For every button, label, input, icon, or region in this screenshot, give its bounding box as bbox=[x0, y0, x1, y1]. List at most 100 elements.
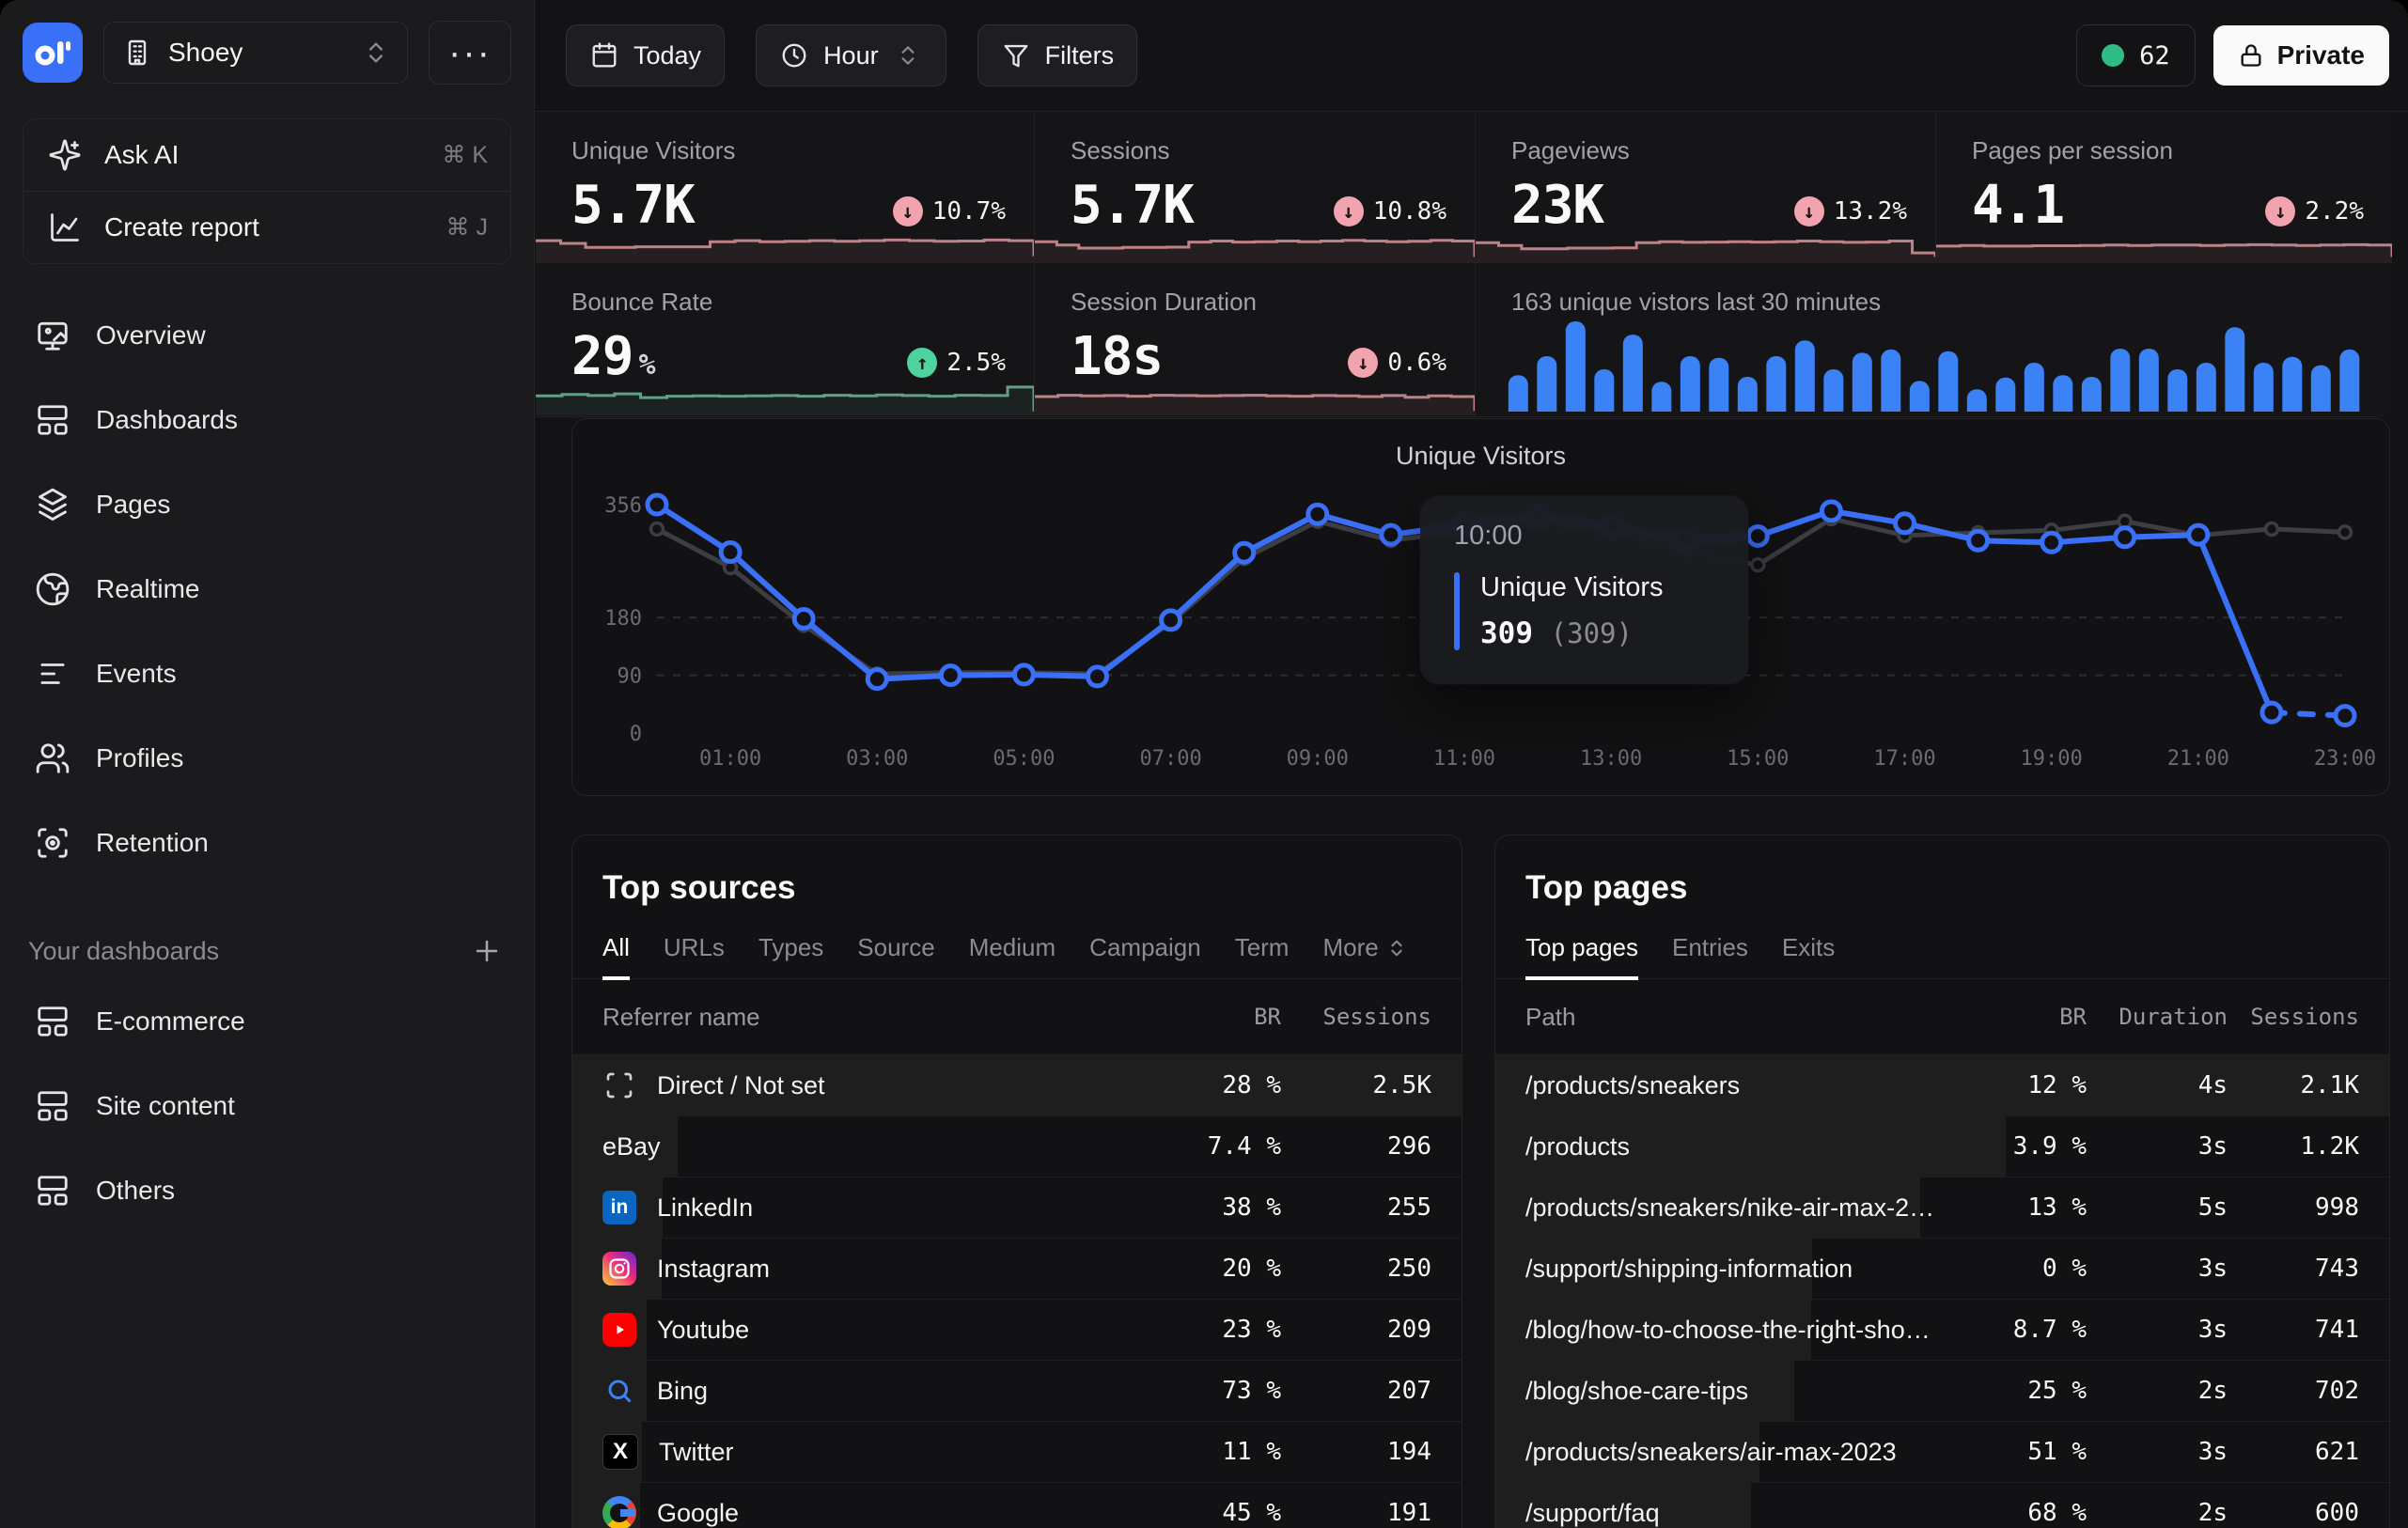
metric-sessions[interactable]: Sessions 5.7K ↓ 10.8% bbox=[1035, 112, 1476, 263]
table-row[interactable]: /products 3.9 % 3s 1.2K bbox=[1495, 1116, 2389, 1177]
br-value: 3.9 % bbox=[1946, 1132, 2087, 1161]
filters-label: Filters bbox=[1045, 41, 1115, 70]
duration-value: 3s bbox=[2087, 1316, 2228, 1344]
column-path: Path bbox=[1495, 1003, 1946, 1032]
x-twitter-icon: X bbox=[602, 1434, 638, 1470]
metric-label: Session Duration bbox=[1071, 288, 1446, 317]
bing-search-icon bbox=[602, 1374, 636, 1408]
interval-select[interactable]: Hour bbox=[756, 24, 946, 86]
tab-more[interactable]: More bbox=[1322, 933, 1406, 978]
workspace-selector[interactable]: Shoey bbox=[103, 22, 408, 84]
sidebar-item-pages[interactable]: Pages bbox=[23, 469, 511, 540]
ask-ai-button[interactable]: Ask AI ⌘ K bbox=[23, 119, 510, 191]
tab-top-pages[interactable]: Top pages bbox=[1525, 933, 1638, 978]
tooltip-value: 309 bbox=[1480, 616, 1533, 650]
chart-line-icon bbox=[46, 209, 84, 246]
sidebar-item-realtime[interactable]: Realtime bbox=[23, 554, 511, 625]
sidebar-item-label: Realtime bbox=[96, 574, 199, 604]
table-row[interactable]: Direct / Not set 28 % 2.5K bbox=[572, 1055, 1462, 1116]
table-row[interactable]: /products/sneakers/air-max-2023 51 % 3s … bbox=[1495, 1422, 2389, 1483]
tab-all[interactable]: All bbox=[602, 933, 630, 978]
table-row[interactable]: /products/sneakers 12 % 4s 2.1K bbox=[1495, 1055, 2389, 1116]
section-title: Your dashboards bbox=[28, 937, 468, 966]
table-row[interactable]: Youtube 23 % 209 bbox=[572, 1300, 1462, 1361]
metric-label: Bounce Rate bbox=[571, 288, 1006, 317]
svg-text:17:00: 17:00 bbox=[1873, 747, 1935, 771]
page-path: /products/sneakers/air-max-2023 bbox=[1525, 1438, 1897, 1467]
svg-text:05:00: 05:00 bbox=[993, 747, 1055, 771]
sidebar-item-events[interactable]: Events bbox=[23, 638, 511, 709]
duration-value: 5s bbox=[2087, 1193, 2228, 1222]
page-path: /products/sneakers/nike-air-max-2… bbox=[1525, 1193, 1934, 1223]
sidebar-item-profiles[interactable]: Profiles bbox=[23, 723, 511, 794]
metric-bounce-rate[interactable]: Bounce Rate 29% ↑ 2.5% bbox=[536, 263, 1035, 415]
tab-exits[interactable]: Exits bbox=[1782, 933, 1835, 978]
table-row[interactable]: Bing 73 % 207 bbox=[572, 1361, 1462, 1422]
sessions-value: 741 bbox=[2228, 1316, 2389, 1344]
table-row[interactable]: /support/shipping-information 0 % 3s 743 bbox=[1495, 1239, 2389, 1300]
page-path: /support/shipping-information bbox=[1525, 1255, 1853, 1284]
br-value: 7.4 % bbox=[1131, 1132, 1281, 1161]
logo-glyph bbox=[34, 34, 71, 71]
br-value: 73 % bbox=[1131, 1377, 1281, 1405]
sidebar-item-ecommerce[interactable]: E-commerce bbox=[23, 986, 511, 1057]
visibility-button[interactable]: Private bbox=[2213, 25, 2389, 86]
top-pages-title: Top pages bbox=[1525, 869, 2389, 907]
filters-button[interactable]: Filters bbox=[977, 24, 1138, 86]
duration-value: 3s bbox=[2087, 1438, 2228, 1466]
svg-text:03:00: 03:00 bbox=[846, 747, 908, 771]
sidebar-menu-button[interactable]: ··· bbox=[429, 21, 511, 85]
svg-text:07:00: 07:00 bbox=[1139, 747, 1201, 771]
panels-icon bbox=[34, 1003, 71, 1040]
create-report-button[interactable]: Create report ⌘ J bbox=[23, 191, 510, 263]
add-dashboard-button[interactable] bbox=[468, 932, 506, 970]
table-row[interactable]: XTwitter 11 % 194 bbox=[572, 1422, 1462, 1483]
linkedin-icon: in bbox=[602, 1191, 636, 1224]
realtime-visitors-panel[interactable]: 163 unique vistors last 30 minutes bbox=[1476, 263, 2392, 415]
table-row[interactable]: /products/sneakers/nike-air-max-2… 13 % … bbox=[1495, 1177, 2389, 1239]
app-logo[interactable] bbox=[23, 23, 83, 83]
tab-campaign[interactable]: Campaign bbox=[1089, 933, 1201, 978]
tab-entries[interactable]: Entries bbox=[1672, 933, 1748, 978]
table-row[interactable]: Google 45 % 191 bbox=[572, 1483, 1462, 1528]
sidebar-item-others[interactable]: Others bbox=[23, 1155, 511, 1226]
tab-term[interactable]: Term bbox=[1235, 933, 1290, 978]
date-range-button[interactable]: Today bbox=[566, 24, 725, 86]
sidebar-item-label: Profiles bbox=[96, 743, 183, 773]
svg-text:19:00: 19:00 bbox=[2021, 747, 2083, 771]
sidebar-item-dashboards[interactable]: Dashboards bbox=[23, 384, 511, 456]
chart-tooltip: 10:00 Unique Visitors 309 (309) bbox=[1420, 496, 1748, 684]
table-row[interactable]: eBay 7.4 % 296 bbox=[572, 1116, 1462, 1177]
interval-label: Hour bbox=[823, 41, 879, 70]
tab-urls[interactable]: URLs bbox=[664, 933, 725, 978]
sidebar-nav: Overview Dashboards Pages Realtime bbox=[23, 300, 511, 879]
sidebar-item-label: Dashboards bbox=[96, 405, 238, 435]
table-row[interactable]: /blog/shoe-care-tips 25 % 2s 702 bbox=[1495, 1361, 2389, 1422]
metric-session-duration[interactable]: Session Duration 18s ↓ 0.6% bbox=[1035, 263, 1476, 415]
br-value: 23 % bbox=[1131, 1316, 1281, 1344]
your-dashboards-section: Your dashboards bbox=[23, 926, 511, 976]
metric-pages-per-session[interactable]: Pages per session 4.1 ↓ 2.2% bbox=[1936, 112, 2392, 263]
sidebar-item-overview[interactable]: Overview bbox=[23, 300, 511, 371]
column-sessions: Sessions bbox=[1281, 1004, 1462, 1030]
live-visitors-badge[interactable]: 62 bbox=[2076, 24, 2196, 86]
sessions-value: 2.1K bbox=[2228, 1071, 2389, 1099]
quick-actions: Ask AI ⌘ K Create report ⌘ J bbox=[23, 118, 511, 264]
table-row[interactable]: Instagram 20 % 250 bbox=[572, 1239, 1462, 1300]
referrer-name: Twitter bbox=[659, 1438, 734, 1467]
ask-ai-shortcut: ⌘ K bbox=[442, 141, 488, 169]
topbar: Today Hour Filters 62 bbox=[536, 0, 2408, 112]
table-row[interactable]: /blog/how-to-choose-the-right-sho… 8.7 %… bbox=[1495, 1300, 2389, 1361]
sidebar-item-retention[interactable]: Retention bbox=[23, 807, 511, 879]
column-duration: Duration bbox=[2087, 1004, 2228, 1030]
table-row[interactable]: inLinkedIn 38 % 255 bbox=[572, 1177, 1462, 1239]
sidebar-item-site-content[interactable]: Site content bbox=[23, 1070, 511, 1142]
table-row[interactable]: /support/faq 68 % 2s 600 bbox=[1495, 1483, 2389, 1528]
metric-unique-visitors[interactable]: Unique Visitors 5.7K ↓ 10.7% bbox=[536, 112, 1035, 263]
tab-medium[interactable]: Medium bbox=[969, 933, 1055, 978]
tab-source[interactable]: Source bbox=[857, 933, 934, 978]
metric-pageviews[interactable]: Pageviews 23K ↓ 13.2% bbox=[1476, 112, 1936, 263]
live-dot-icon bbox=[2102, 44, 2124, 67]
tab-types[interactable]: Types bbox=[758, 933, 823, 978]
br-value: 38 % bbox=[1131, 1193, 1281, 1222]
